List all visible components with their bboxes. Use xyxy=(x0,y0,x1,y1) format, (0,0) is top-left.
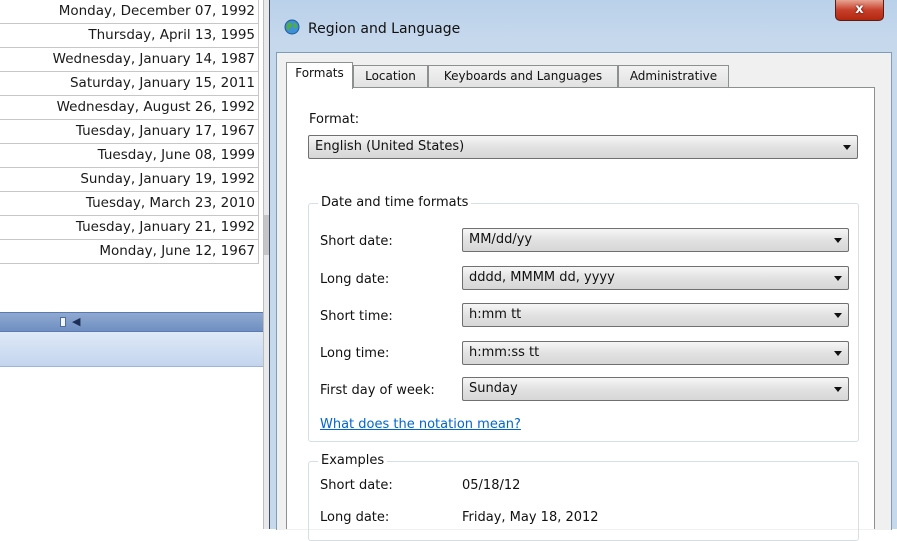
example-short-date-label: Short date: xyxy=(320,478,393,493)
scrollbar-thumb[interactable] xyxy=(60,317,66,327)
short-date-label: Short date: xyxy=(320,234,393,249)
date-cell[interactable]: Tuesday, June 08, 1999 xyxy=(0,144,259,168)
title-bar[interactable]: Region and Language x xyxy=(270,0,897,52)
notation-help-link[interactable]: What does the notation mean? xyxy=(320,417,521,432)
long-date-value: dddd, MMMM dd, yyyy xyxy=(469,270,615,285)
date-cell[interactable]: Tuesday, January 21, 1992 xyxy=(0,216,259,240)
long-time-value: h:mm:ss tt xyxy=(469,345,540,360)
long-date-label: Long date: xyxy=(320,272,390,287)
first-day-of-week-label: First day of week: xyxy=(320,383,435,398)
group-title: Examples xyxy=(318,453,388,468)
date-cell[interactable]: Wednesday, August 26, 1992 xyxy=(0,96,259,120)
spreadsheet-background: Monday, December 07, 1992 Thursday, Apri… xyxy=(0,0,263,529)
chevron-down-icon xyxy=(834,313,842,318)
short-date-value: MM/dd/yy xyxy=(469,232,533,247)
long-date-dropdown[interactable]: dddd, MMMM dd, yyyy xyxy=(462,266,849,290)
format-dropdown[interactable]: English (United States) xyxy=(308,135,858,159)
scroll-left-icon[interactable]: ◀ xyxy=(72,315,80,329)
example-short-date-value: 05/18/12 xyxy=(462,478,521,493)
examples-group: Examples Short date: 05/18/12 Long date:… xyxy=(308,453,859,541)
chevron-down-icon xyxy=(843,145,851,150)
long-time-dropdown[interactable]: h:mm:ss tt xyxy=(462,341,849,365)
horizontal-scrollbar[interactable]: ◀ xyxy=(0,312,263,332)
chevron-down-icon xyxy=(834,238,842,243)
close-button[interactable]: x xyxy=(835,0,884,21)
date-cell[interactable]: Saturday, January 15, 2011 xyxy=(0,72,259,96)
date-cell[interactable]: Wednesday, January 14, 1987 xyxy=(0,48,259,72)
dialog-title: Region and Language xyxy=(308,21,461,37)
first-day-of-week-value: Sunday xyxy=(469,381,518,396)
short-time-dropdown[interactable]: h:mm tt xyxy=(462,303,849,327)
region-language-dialog: Region and Language x Formats Location K… xyxy=(269,0,897,541)
format-label: Format: xyxy=(309,112,360,127)
globe-icon xyxy=(284,19,300,35)
short-date-dropdown[interactable]: MM/dd/yy xyxy=(462,228,849,252)
date-time-formats-group: Date and time formats Short date: MM/dd/… xyxy=(308,195,859,442)
formats-tab-page: Format: English (United States) Date and… xyxy=(286,87,875,541)
date-cell[interactable]: Tuesday, March 23, 2010 xyxy=(0,192,259,216)
sheet-tab-strip xyxy=(0,332,263,367)
date-cell[interactable]: Tuesday, January 17, 1967 xyxy=(0,120,259,144)
date-cell[interactable]: Monday, June 12, 1967 xyxy=(0,240,259,264)
long-time-label: Long time: xyxy=(320,346,390,361)
date-cell[interactable]: Sunday, January 19, 1992 xyxy=(0,168,259,192)
tab-location[interactable]: Location xyxy=(353,65,428,87)
example-long-date-label: Long date: xyxy=(320,510,390,525)
date-column: Monday, December 07, 1992 Thursday, Apri… xyxy=(0,0,259,264)
example-long-date-value: Friday, May 18, 2012 xyxy=(462,510,599,525)
short-time-value: h:mm tt xyxy=(469,307,522,322)
tab-keyboards-and-languages[interactable]: Keyboards and Languages xyxy=(428,65,618,87)
short-time-label: Short time: xyxy=(320,309,393,324)
chevron-down-icon xyxy=(834,351,842,356)
date-cell[interactable]: Monday, December 07, 1992 xyxy=(0,0,259,24)
format-value: English (United States) xyxy=(315,139,465,154)
chevron-down-icon xyxy=(834,387,842,392)
first-day-of-week-dropdown[interactable]: Sunday xyxy=(462,377,849,401)
date-cell[interactable]: Thursday, April 13, 1995 xyxy=(0,24,259,48)
tab-administrative[interactable]: Administrative xyxy=(618,65,729,87)
group-title: Date and time formats xyxy=(318,195,472,210)
close-icon: x xyxy=(855,2,864,17)
tab-formats[interactable]: Formats xyxy=(286,62,353,89)
chevron-down-icon xyxy=(834,276,842,281)
